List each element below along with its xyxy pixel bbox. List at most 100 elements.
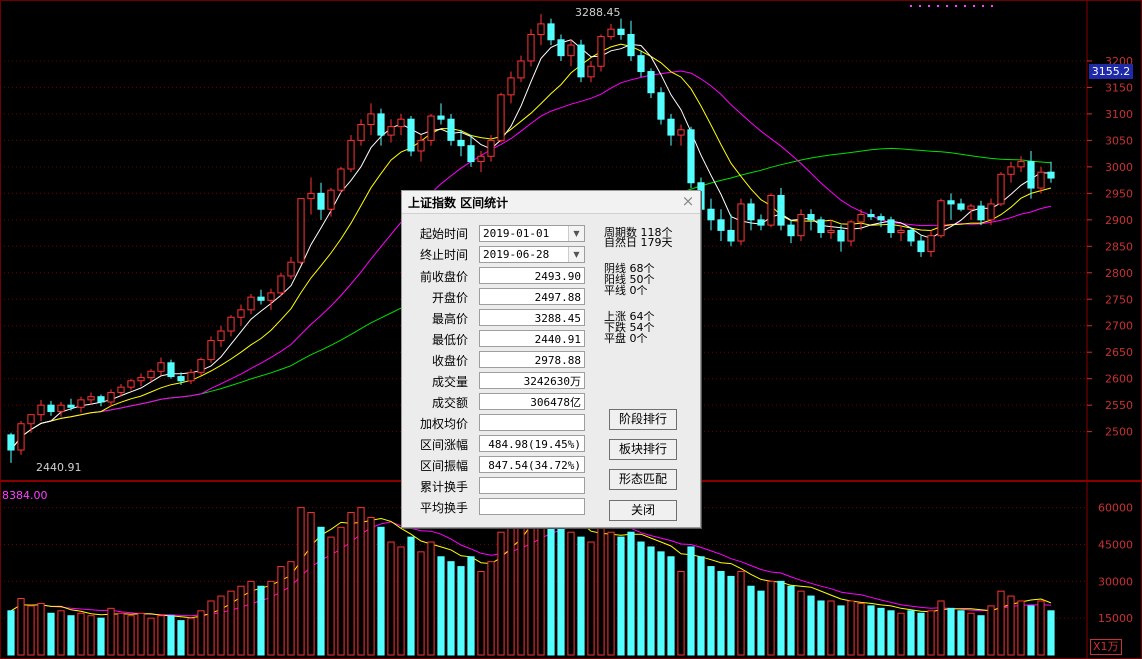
stat-value-field[interactable]: 484.98(19.45%) (479, 435, 585, 452)
volume-bar (37, 602, 45, 656)
price-axis-tick: 2650 (1105, 346, 1133, 359)
volume-bar (647, 546, 655, 656)
dialog-titlebar[interactable]: 上证指数 区间统计 × (402, 191, 700, 214)
volume-bar (247, 580, 255, 656)
volume-bar (147, 617, 155, 656)
marker-dot (955, 5, 957, 7)
candle-body (397, 118, 405, 128)
close-icon[interactable]: × (680, 193, 696, 209)
stat-value-field[interactable] (479, 477, 585, 494)
end-time-value: 2019-06-28 (483, 248, 550, 261)
candle-body (407, 118, 415, 152)
volume-axis-tick: 60000 (1098, 502, 1133, 515)
volume-bar (917, 612, 925, 656)
candle-body (217, 330, 225, 342)
volume-bar (617, 536, 625, 656)
stat-value-field[interactable]: 2978.88 (479, 351, 585, 368)
volume-axis-tick: 30000 (1098, 575, 1133, 588)
volume-axis-tick: 45000 (1098, 538, 1133, 551)
volume-bar (1047, 610, 1055, 656)
stat-value-field[interactable]: 2440.91 (479, 330, 585, 347)
price-axis-tick: 2550 (1105, 399, 1133, 412)
volume-bar (497, 531, 505, 656)
stage-rank-button[interactable]: 阶段排行 (609, 409, 677, 430)
chevron-down-icon[interactable]: ▼ (568, 226, 584, 241)
volume-bar (627, 531, 635, 656)
stat-label: 最高价 (431, 312, 468, 326)
candle-body (787, 224, 795, 237)
volume-bar (757, 590, 765, 656)
close-button[interactable]: 关闭 (609, 500, 677, 521)
volume-bar (397, 546, 405, 656)
start-time-select[interactable]: 2019-01-01 ▼ (479, 225, 585, 242)
price-axis-tick: 2700 (1105, 320, 1133, 333)
candle-body (747, 203, 755, 221)
volume-bar (47, 612, 55, 656)
candle-body (617, 28, 625, 35)
stat-value-field[interactable] (479, 414, 585, 431)
candle-body (87, 396, 95, 401)
candle-body (427, 115, 435, 141)
stat-value-field[interactable]: 3288.45 (479, 309, 585, 326)
marker-dot (973, 5, 975, 7)
price-axis-tick: 3100 (1105, 108, 1133, 121)
candle-body (167, 362, 175, 378)
interval-stats-dialog[interactable]: 上证指数 区间统计 × 起始时间 2019-01-01 ▼ 终止时间 2019-… (401, 190, 701, 528)
price-axis-tick: 2600 (1105, 373, 1133, 386)
volume-bar (887, 610, 895, 656)
candle-body (657, 92, 665, 120)
candle-body (307, 192, 315, 200)
stat-value-field[interactable]: 3242630万 (479, 372, 585, 389)
candle-body (197, 359, 205, 373)
volume-bar (657, 551, 665, 656)
volume-bar (507, 516, 515, 656)
candle-body (47, 404, 55, 413)
candle-body (57, 404, 65, 413)
candle-body (737, 203, 745, 242)
volume-bar (477, 571, 485, 656)
volume-peak-label: 8384.00 (2, 489, 48, 502)
chevron-down-icon[interactable]: ▼ (568, 247, 584, 262)
volume-bar (367, 516, 375, 656)
stat-value-field[interactable] (479, 498, 585, 515)
candle-body (517, 60, 525, 79)
stat-value-field[interactable]: 847.54(34.72%) (479, 456, 585, 473)
stat-value-field[interactable]: 2497.88 (479, 288, 585, 305)
even-count: 平盘 0个 (604, 332, 648, 345)
stat-label: 最低价 (431, 333, 468, 347)
candle-body (347, 139, 355, 170)
candle-body (357, 124, 365, 141)
price-axis-tick: 3000 (1105, 161, 1133, 174)
candle-body (887, 219, 895, 234)
candle-body (437, 115, 445, 120)
candle-body (557, 39, 565, 57)
sector-rank-button[interactable]: 板块排行 (609, 439, 677, 460)
candle-body (467, 145, 475, 163)
pattern-match-button[interactable]: 形态匹配 (609, 469, 677, 490)
candle-body (117, 386, 125, 393)
volume-bar (637, 541, 645, 656)
end-time-select[interactable]: 2019-06-28 ▼ (479, 246, 585, 263)
volume-bar (747, 585, 755, 656)
candle-body (897, 229, 905, 234)
stat-value-field[interactable]: 306478亿 (479, 393, 585, 410)
candle-body (957, 203, 965, 210)
volume-bar (947, 607, 955, 656)
volume-bar (907, 610, 915, 656)
candle-body (867, 214, 875, 218)
volume-axis-tick: 15000 (1098, 612, 1133, 625)
volume-bar (737, 571, 745, 656)
stat-label: 成交额 (431, 396, 468, 410)
volume-bar (27, 605, 35, 656)
candle-body (537, 23, 545, 35)
candle-body (477, 155, 485, 163)
candle-body (317, 192, 325, 210)
candle-body (127, 380, 135, 388)
candle-body (67, 404, 75, 408)
stat-value-field[interactable]: 2493.90 (479, 267, 585, 284)
volume-bar (1037, 600, 1045, 656)
volume-bar (597, 526, 605, 656)
volume-bar (67, 615, 75, 656)
candle-body (137, 377, 145, 382)
candle-body (227, 316, 235, 332)
